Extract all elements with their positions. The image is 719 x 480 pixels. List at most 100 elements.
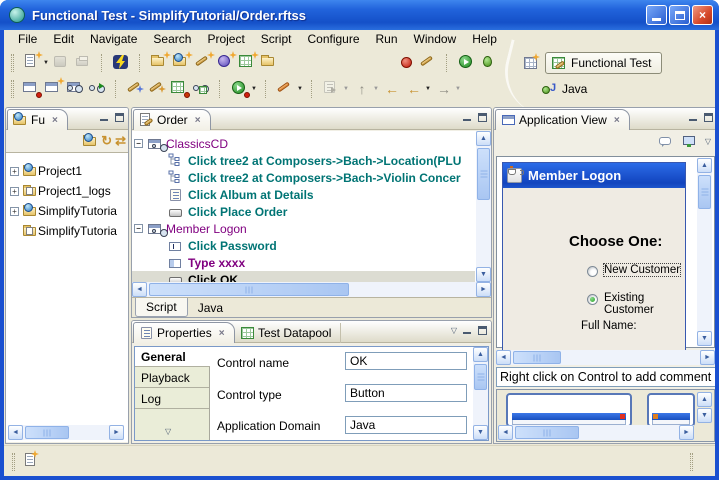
record-application-button[interactable] xyxy=(22,79,42,99)
script-line-click-place-order[interactable]: Click Place Order xyxy=(132,203,475,220)
spy-pointer-button[interactable] xyxy=(66,79,86,99)
tab-script[interactable]: Script xyxy=(135,298,188,317)
radio-existing-customer-label[interactable]: Existing Customer xyxy=(604,292,685,316)
insert-datapool-button[interactable] xyxy=(170,79,190,99)
scroll-thumb[interactable] xyxy=(474,364,487,390)
script-line-click-album[interactable]: Click Album at Details xyxy=(132,186,475,203)
tree-item-project1-logs[interactable]: + Project1_logs xyxy=(8,182,128,200)
launch-lightning-button[interactable] xyxy=(112,53,132,73)
explorer-tab-close-icon[interactable]: × xyxy=(49,115,58,126)
script-line-click-tree-2[interactable]: Click tree2 at Composers->Bach->Violin C… xyxy=(132,169,475,186)
application-domain-input[interactable] xyxy=(345,416,467,434)
scroll-down-icon[interactable]: ▼ xyxy=(476,267,491,282)
script-line-click-tree-1[interactable]: Click tree2 at Composers->Bach->Location… xyxy=(132,152,475,169)
run-script-button[interactable] xyxy=(230,79,250,99)
new-wizard-button[interactable] xyxy=(22,53,42,73)
insert-verification-point-button[interactable] xyxy=(126,79,146,99)
menu-project[interactable]: Project xyxy=(199,31,252,48)
thumbnails-hscrollbar[interactable]: ◄ ► xyxy=(498,425,694,440)
section-general[interactable]: General xyxy=(135,347,210,367)
scroll-up-icon[interactable]: ▲ xyxy=(473,347,488,362)
tree-item-simplifytutorial-logs[interactable]: SimplifyTutoria xyxy=(8,222,128,240)
editor-maximize-icon[interactable] xyxy=(478,113,487,122)
save-button[interactable] xyxy=(52,53,72,73)
scroll-down-icon[interactable]: ▼ xyxy=(473,425,488,440)
menu-help[interactable]: Help xyxy=(464,31,505,48)
properties-view-menu-icon[interactable]: ▽ xyxy=(451,326,457,335)
menu-file[interactable]: File xyxy=(10,31,45,48)
maximize-button[interactable] xyxy=(669,5,690,25)
menu-script[interactable]: Script xyxy=(253,31,300,48)
navigate-up-dropdown-icon[interactable]: ▼ xyxy=(373,86,381,92)
scroll-left-icon[interactable]: ◄ xyxy=(8,425,23,440)
scroll-thumb[interactable] xyxy=(513,351,561,364)
find-object-button[interactable] xyxy=(192,79,212,99)
explorer-hscrollbar[interactable]: ◄ ► xyxy=(8,425,124,440)
scroll-up-icon[interactable]: ▲ xyxy=(697,392,712,407)
scroll-left-icon[interactable]: ◄ xyxy=(496,350,511,365)
application-view-tab[interactable]: Application View × xyxy=(495,109,630,130)
scroll-up-icon[interactable]: ▲ xyxy=(697,158,712,173)
link-with-editor-icon[interactable]: ⇄ xyxy=(115,133,126,149)
navigate-forward-button[interactable]: → xyxy=(434,79,454,99)
properties-minimize-icon[interactable] xyxy=(463,326,472,335)
collapse-icon[interactable]: − xyxy=(134,139,143,148)
section-playback[interactable]: Playback xyxy=(135,368,209,388)
mark-log-button[interactable] xyxy=(322,79,342,99)
remote-display-icon[interactable] xyxy=(681,133,697,149)
menu-configure[interactable]: Configure xyxy=(299,31,367,48)
scroll-right-icon[interactable]: ► xyxy=(109,425,124,440)
control-type-input[interactable] xyxy=(345,384,467,402)
print-button[interactable] xyxy=(74,53,94,73)
view-menu-icon[interactable]: ▽ xyxy=(705,137,711,146)
scroll-thumb[interactable] xyxy=(149,283,349,296)
editor-minimize-icon[interactable] xyxy=(463,113,472,122)
new-script-button[interactable] xyxy=(194,53,214,73)
scroll-thumb[interactable] xyxy=(477,148,490,200)
perspective-functional-test-button[interactable]: Functional Test xyxy=(545,52,662,74)
navigate-back2-button[interactable]: ← xyxy=(404,79,424,99)
control-name-input[interactable] xyxy=(345,352,467,370)
scroll-right-icon[interactable]: ► xyxy=(700,350,715,365)
thumbnail-2[interactable] xyxy=(647,393,695,427)
script-line-click-password[interactable]: Click Password xyxy=(132,237,475,254)
properties-vscrollbar[interactable]: ▲ ▼ xyxy=(473,347,488,440)
navigate-back-button[interactable]: ← xyxy=(382,79,402,99)
editor-vscrollbar[interactable]: ▲ ▼ xyxy=(476,131,491,282)
record-button[interactable] xyxy=(397,53,417,73)
menu-search[interactable]: Search xyxy=(145,31,199,48)
run-with-monitor-button[interactable] xyxy=(88,79,108,99)
minimize-button[interactable] xyxy=(646,5,667,25)
navigate-back-dropdown-icon[interactable]: ▼ xyxy=(425,86,433,92)
project-filter-icon[interactable] xyxy=(82,133,98,149)
member-logon-window[interactable]: Member Logon Choose One: New Customer Ex… xyxy=(502,162,686,362)
script-line-type-xxxx[interactable]: Type xxxx xyxy=(132,254,475,271)
new-web-app-button[interactable] xyxy=(216,53,236,73)
explorer-maximize-icon[interactable] xyxy=(115,113,124,122)
snapshot-vscrollbar[interactable]: ▲ ▼ xyxy=(697,158,712,346)
scroll-up-icon[interactable]: ▲ xyxy=(476,131,491,146)
navigate-up-button[interactable]: ↑ xyxy=(352,79,372,99)
debug-button[interactable] xyxy=(479,53,499,73)
new-folder-button[interactable] xyxy=(260,53,280,73)
add-comment-icon[interactable] xyxy=(657,133,673,149)
perspective-java-button[interactable]: J Java xyxy=(541,81,587,97)
mark-log-dropdown-icon[interactable]: ▼ xyxy=(343,86,351,92)
radio-new-customer-label[interactable]: New Customer xyxy=(604,264,680,276)
tab-java[interactable]: Java xyxy=(188,298,233,317)
editor-hscrollbar[interactable]: ◄ ► xyxy=(132,282,491,297)
properties-maximize-icon[interactable] xyxy=(478,326,487,335)
explorer-minimize-icon[interactable] xyxy=(100,113,109,122)
thumbnail-1[interactable] xyxy=(506,393,632,427)
explorer-tab[interactable]: Fu × xyxy=(7,109,68,130)
highlight-button[interactable] xyxy=(276,79,296,99)
editor-tab-close-icon[interactable]: × xyxy=(192,115,201,126)
highlight-dropdown-icon[interactable]: ▼ xyxy=(297,86,305,92)
insert-recording-button[interactable] xyxy=(44,79,64,99)
expand-icon[interactable]: + xyxy=(10,207,19,216)
menu-window[interactable]: Window xyxy=(406,31,465,48)
application-view-close-icon[interactable]: × xyxy=(611,115,620,126)
run-script-dropdown-icon[interactable]: ▼ xyxy=(251,86,259,92)
properties-tab[interactable]: Properties × xyxy=(133,322,235,343)
insert-data-verification-button[interactable] xyxy=(148,79,168,99)
